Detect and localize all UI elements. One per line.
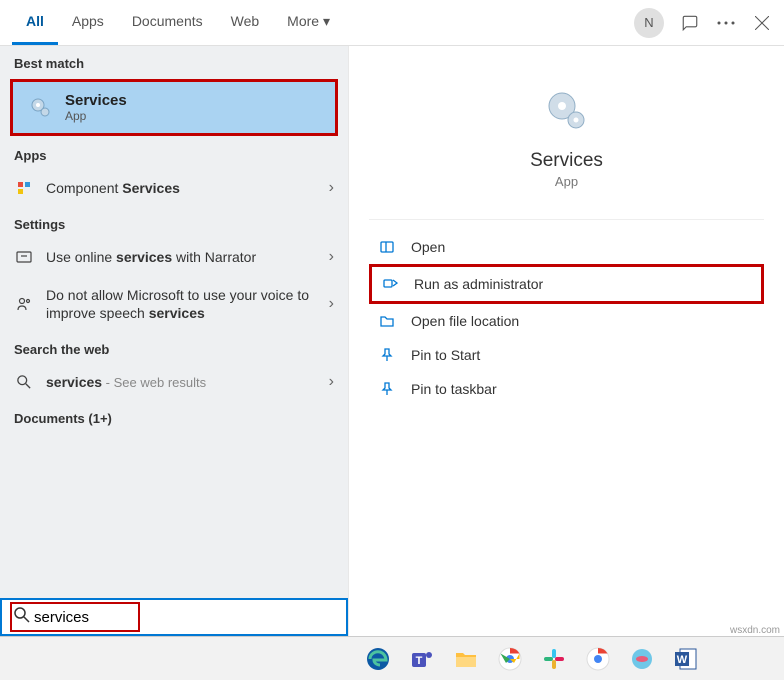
pin-icon [379,347,397,363]
open-icon [379,239,397,255]
action-label: Open [411,239,445,255]
detail-pane: Services App Open Run as administrator O… [348,46,784,636]
settings-result-item[interactable]: Do not allow Microsoft to use your voice… [0,276,348,332]
component-icon [14,180,34,196]
tab-apps[interactable]: Apps [58,1,118,45]
feedback-icon[interactable] [680,13,700,33]
chevron-right-icon: › [329,373,334,391]
header-right: N [634,8,772,38]
content: Best match Services App Apps Component S… [0,46,784,636]
action-label: Open file location [411,313,519,329]
taskbar-slack[interactable] [536,641,572,677]
search-icon [14,375,34,389]
apps-result-item[interactable]: Component Services › [0,169,348,207]
taskbar: T W [0,636,784,680]
tab-web[interactable]: Web [217,1,274,45]
results-pane: Best match Services App Apps Component S… [0,46,348,636]
best-match-item[interactable]: Services App [10,79,338,136]
search-bar[interactable] [0,598,348,636]
action-label: Run as administrator [414,276,543,292]
narrator-icon [14,249,34,265]
speech-icon [14,296,34,312]
chevron-right-icon: › [329,295,334,313]
gear-icon [27,94,55,122]
detail-sub: App [369,174,764,189]
taskbar-word[interactable]: W [668,641,704,677]
action-run-admin[interactable]: Run as administrator [369,264,764,304]
search-input[interactable] [34,609,134,626]
chevron-right-icon: › [329,248,334,266]
action-open[interactable]: Open [369,230,764,264]
detail-title: Services [369,150,764,172]
apps-result-text: Component Services [46,180,317,196]
action-pin-taskbar[interactable]: Pin to taskbar [369,372,764,406]
taskbar-teams[interactable]: T [404,641,440,677]
more-icon[interactable] [716,13,736,33]
detail-head: Services App [369,66,764,220]
action-pin-start[interactable]: Pin to Start [369,338,764,372]
section-best-match: Best match [0,46,348,77]
best-match-title: Services [65,92,127,109]
close-icon[interactable] [752,13,772,33]
settings-result-item[interactable]: Use online services with Narrator › [0,238,348,276]
folder-icon [379,313,397,329]
taskbar-chrome-beta[interactable] [580,641,616,677]
action-open-location[interactable]: Open file location [369,304,764,338]
header: All Apps Documents Web More ▾ N [0,0,784,46]
section-settings: Settings [0,207,348,238]
settings-result-text-2: Do not allow Microsoft to use your voice… [46,286,317,322]
taskbar-app[interactable] [624,641,660,677]
section-apps: Apps [0,138,348,169]
web-result-item[interactable]: services - See web results › [0,363,348,401]
action-label: Pin to taskbar [411,381,497,397]
svg-text:W: W [677,654,688,666]
taskbar-edge[interactable] [360,641,396,677]
chevron-right-icon: › [329,179,334,197]
best-match-sub: App [65,109,127,123]
watermark: wsxdn.com [730,625,780,636]
section-documents: Documents (1+) [0,401,348,432]
section-web: Search the web [0,332,348,363]
settings-result-text-1: Use online services with Narrator [46,249,317,265]
search-icon [14,607,30,628]
gear-icon [542,86,592,136]
svg-text:T: T [416,655,423,667]
pin-icon [379,381,397,397]
tab-documents[interactable]: Documents [118,1,217,45]
tab-more[interactable]: More ▾ [273,1,344,45]
action-label: Pin to Start [411,347,480,363]
tabs: All Apps Documents Web More ▾ [12,1,344,45]
taskbar-chrome[interactable] [492,641,528,677]
avatar[interactable]: N [634,8,664,38]
taskbar-explorer[interactable] [448,641,484,677]
shield-icon [382,276,400,292]
tab-all[interactable]: All [12,1,58,45]
web-result-text: services - See web results [46,374,317,390]
